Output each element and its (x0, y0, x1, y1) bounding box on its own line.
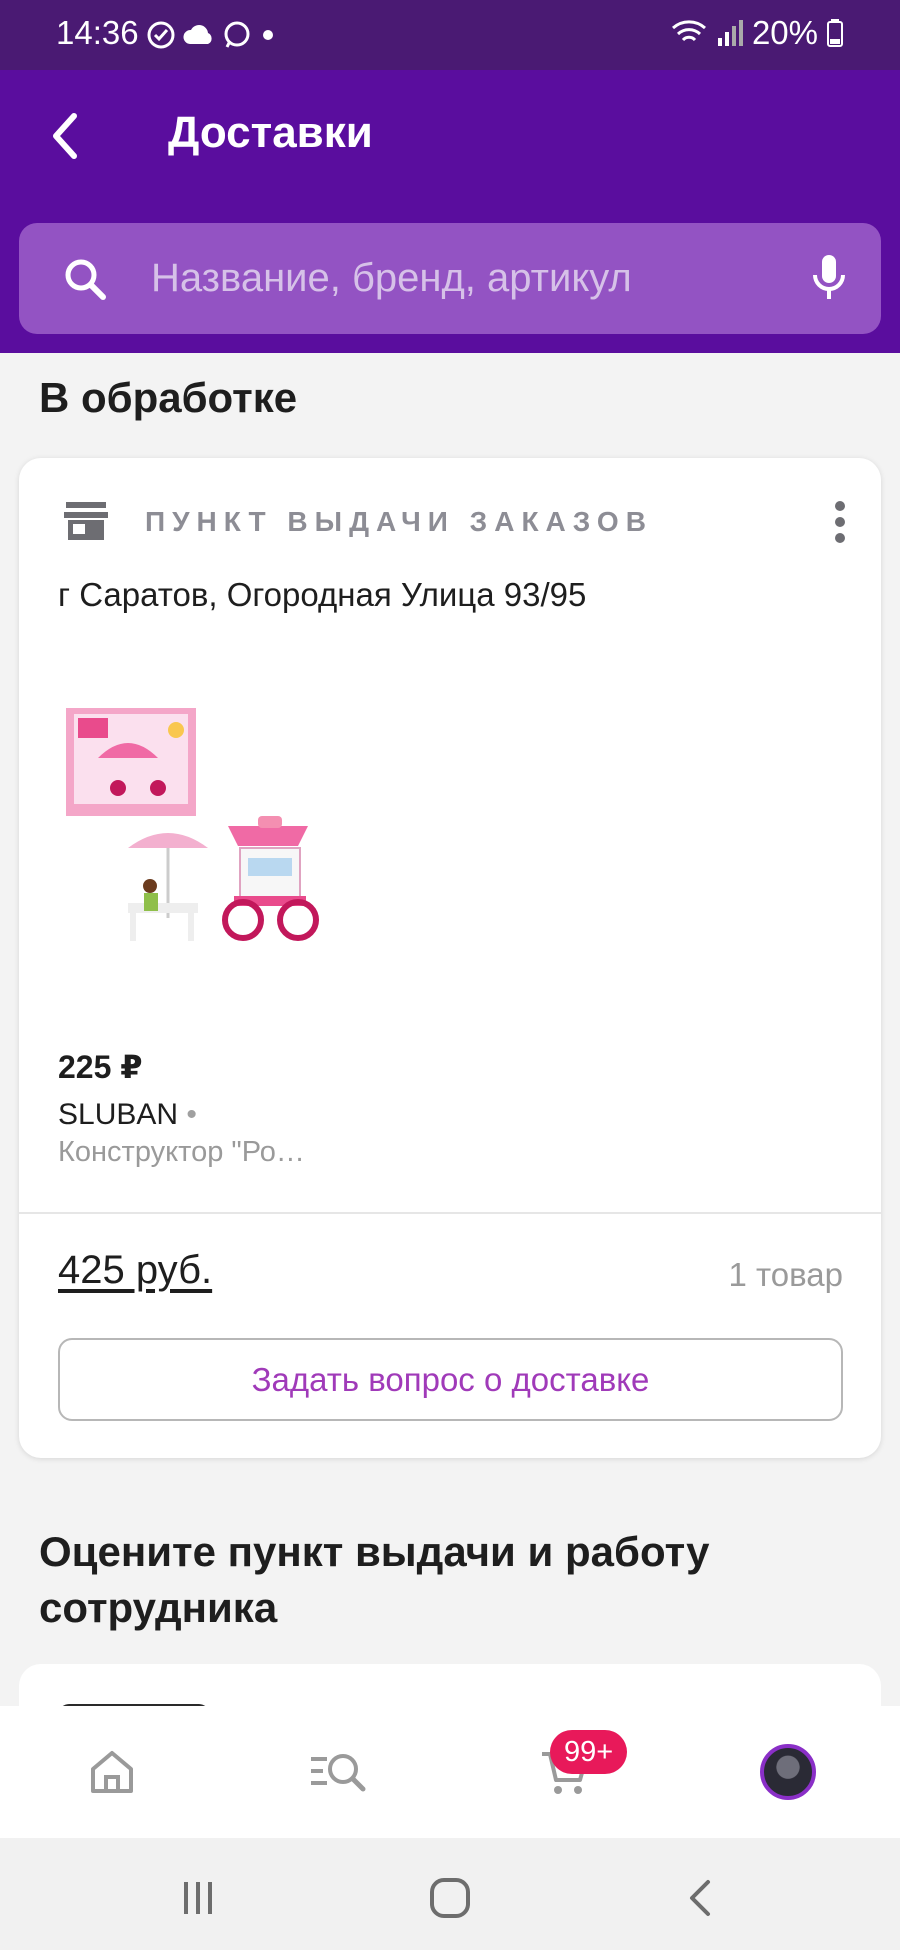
store-icon (64, 502, 108, 540)
product-image[interactable] (58, 698, 348, 968)
wifi-icon (671, 20, 706, 42)
profile-avatar[interactable] (760, 1744, 816, 1800)
microphone-icon[interactable] (811, 253, 847, 303)
pickup-address: г Саратов, Огородная Улица 93/95 (58, 576, 587, 613)
bottom-navigation: 99+ (0, 1706, 900, 1838)
brand-name: SLUBAN (58, 1098, 179, 1131)
back-button[interactable] (42, 106, 90, 166)
pickup-point-label: ПУНКТ ВЫДАЧИ ЗАКАЗОВ (145, 506, 653, 537)
search-icon (65, 259, 106, 300)
status-right: 20% (670, 14, 844, 52)
order-total[interactable]: 425 руб. (58, 1248, 212, 1293)
system-navigation-bar (0, 1838, 900, 1950)
delivery-card: ПУНКТ ВЫДАЧИ ЗАКАЗОВ г Саратов, Огородна… (19, 458, 881, 1458)
home-circle-icon (430, 1878, 470, 1918)
cloud-icon (183, 25, 212, 44)
product-name: Конструктор "Ро… (58, 1136, 305, 1168)
check-circle-icon (147, 21, 175, 49)
battery-percent: 20% (751, 14, 818, 51)
back-arrow-icon (53, 113, 77, 159)
section-title-rate-line1: Оцените пункт выдачи и работу (39, 1528, 710, 1575)
product-price: 225 ₽ (58, 1049, 143, 1085)
nav-home[interactable] (76, 1736, 148, 1808)
notification-icons (146, 20, 278, 50)
item-count: 1 товар (728, 1256, 844, 1293)
dot-icon (263, 30, 273, 40)
recent-apps-icon (184, 1882, 212, 1914)
ask-delivery-question-button[interactable]: Задать вопрос о доставке (58, 1338, 843, 1421)
nav-catalog[interactable] (302, 1736, 374, 1808)
whatsapp-icon (224, 21, 250, 48)
section-title-rate-line2: сотрудника (39, 1584, 278, 1631)
brand-separator: • (186, 1098, 197, 1131)
cart-badge: 99+ (550, 1730, 628, 1774)
section-title-rate: Оцените пункт выдачи и работу сотрудника (39, 1524, 710, 1636)
battery-icon (827, 19, 843, 47)
section-title-processing: В обработке (39, 374, 298, 421)
system-back-button[interactable] (672, 1868, 732, 1928)
card-divider (19, 1212, 881, 1214)
page-title: Доставки (168, 108, 373, 157)
search-input[interactable] (151, 243, 791, 313)
search-bar[interactable] (19, 223, 881, 334)
chevron-left-icon (690, 1880, 710, 1916)
status-time: 14:36 (56, 14, 139, 51)
product-brand: SLUBAN • (58, 1098, 197, 1132)
home-icon (91, 1751, 133, 1793)
signal-icon (717, 20, 743, 46)
home-button[interactable] (420, 1868, 480, 1928)
more-vertical-icon[interactable] (833, 500, 847, 544)
catalog-search-icon (311, 1754, 366, 1792)
app-header: Доставки (0, 70, 900, 353)
status-bar: 14:36 20% (0, 0, 900, 70)
recent-apps-button[interactable] (168, 1868, 228, 1928)
